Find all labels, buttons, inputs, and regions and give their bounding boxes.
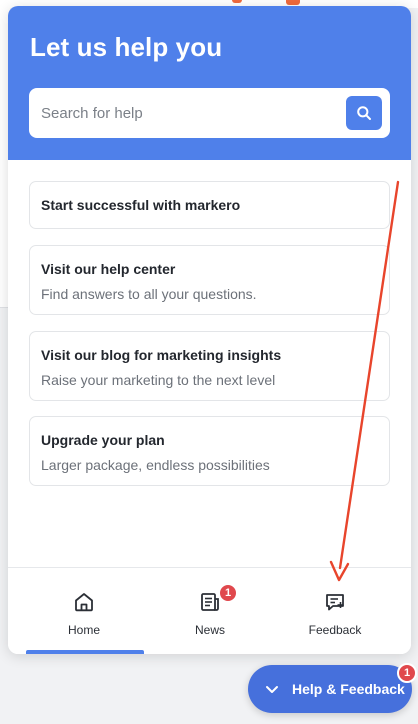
nav-label: Feedback <box>308 623 362 637</box>
feedback-icon <box>326 594 344 611</box>
chevron-down-icon <box>266 686 278 693</box>
search-icon <box>357 106 371 120</box>
widget-header: Let us help you <box>8 6 411 160</box>
help-feedback-launcher-button[interactable]: Help & Feedback <box>248 665 412 713</box>
card-title: Start successful with markero <box>41 197 241 213</box>
nav-label: Home <box>67 623 100 637</box>
nav-item-home[interactable]: Home <box>17 568 151 654</box>
nav-item-feedback[interactable]: Feedback <box>268 568 402 654</box>
card-blog[interactable]: Visit our blog for marketing insights Ra… <box>29 331 390 401</box>
launcher-notification-badge: 1 <box>397 663 417 683</box>
search-input[interactable] <box>41 88 341 138</box>
launcher-label: Help & Feedback <box>292 681 405 697</box>
help-widget-panel: Let us help you Start successful with ma… <box>8 6 411 654</box>
card-start-successful[interactable]: Start successful with markero <box>29 181 390 229</box>
nav-item-news[interactable]: 1 News <box>143 568 277 654</box>
help-options-list: Start successful with markero Visit our … <box>8 160 411 568</box>
card-subtitle: Find answers to all your questions. <box>41 286 257 302</box>
card-title: Upgrade your plan <box>41 432 165 448</box>
card-subtitle: Larger package, endless possibilities <box>41 457 270 473</box>
background-accent <box>232 0 242 3</box>
widget-title: Let us help you <box>30 32 223 62</box>
card-upgrade-plan[interactable]: Upgrade your plan Larger package, endles… <box>29 416 390 486</box>
active-tab-indicator <box>26 650 144 654</box>
news-notification-badge: 1 <box>219 584 237 602</box>
search-button[interactable] <box>346 96 382 130</box>
nav-label: News <box>194 623 225 637</box>
home-icon <box>75 593 93 612</box>
bottom-nav: Home 1 News Feedback <box>8 567 411 654</box>
card-help-center[interactable]: Visit our help center Find answers to al… <box>29 245 390 315</box>
card-title: Visit our help center <box>41 261 176 277</box>
search-box <box>29 88 390 138</box>
card-title: Visit our blog for marketing insights <box>41 347 282 363</box>
card-subtitle: Raise your marketing to the next level <box>41 372 276 388</box>
background-accent <box>286 0 300 5</box>
